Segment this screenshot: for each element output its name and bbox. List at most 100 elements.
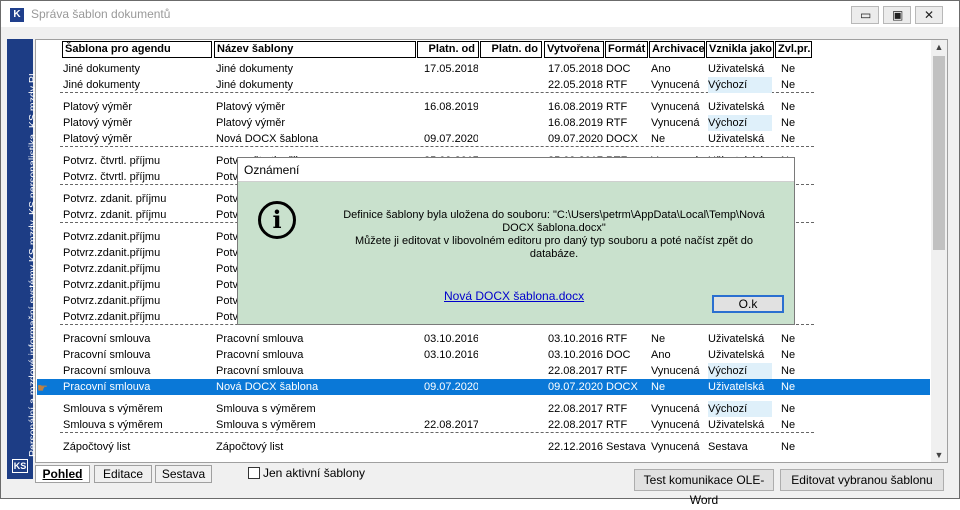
tab-editace[interactable]: Editace (94, 465, 152, 483)
table-row-selected[interactable]: Pracovní smlouva Nová DOCX šablona 09.07.2… (37, 379, 930, 395)
cell-name: Smlouva s výměrem (216, 403, 316, 415)
cell-format: RTF (606, 333, 628, 345)
file-link[interactable]: Nová DOCX šablona.docx (444, 289, 584, 303)
cell-agenda: Potvrz.zdanit.příjmu (63, 247, 161, 259)
cell-archive: Vynucená (651, 441, 700, 453)
cell-agenda: Potvrz.zdanit.příjmu (63, 263, 161, 275)
cell-archive: Ne (651, 333, 666, 345)
scroll-up-icon[interactable]: ▲ (931, 40, 947, 54)
product-sidebar: Personální a mzdové informační systémy K… (7, 39, 39, 479)
cell-valid-from: 09.07.2020 (424, 133, 478, 145)
column-header-valid-to[interactable]: Platn. do (480, 41, 542, 58)
column-header-format[interactable]: Formát (605, 41, 648, 58)
column-header-special[interactable]: Zvl.pr. (775, 41, 812, 58)
column-header-name[interactable]: Název šablony (214, 41, 416, 58)
tab-pohled[interactable]: Pohled (35, 465, 90, 483)
cell-archive: Ano (651, 349, 671, 361)
cell-special: Ne (781, 79, 796, 91)
column-header-created[interactable]: Vytvořena (544, 41, 604, 58)
cell-format: Sestava (606, 441, 646, 453)
scrollbar-thumb[interactable] (933, 56, 945, 250)
cell-agenda: Potvrz. čtvrtl. příjmu (63, 171, 161, 183)
cell-agenda: Pracovní smlouva (63, 381, 151, 393)
cell-special: Ne (781, 349, 796, 361)
ok-button[interactable]: O.k (712, 295, 784, 313)
cell-origin: Výchozí (708, 363, 772, 379)
minimize-button[interactable]: ▭ (851, 6, 879, 24)
cell-archive: Ano (651, 63, 671, 75)
cell-archive: Vynucená (651, 365, 700, 377)
column-header-agenda[interactable]: Šablona pro agendu (62, 41, 212, 58)
cell-agenda: Pracovní smlouva (63, 349, 151, 361)
cell-format: DOCX (606, 133, 638, 145)
scroll-down-icon[interactable]: ▼ (931, 448, 947, 462)
table-row[interactable]: Platový výměr Platový výměr 16.08.2019 16.0… (37, 99, 930, 115)
dialog-message: Definice šablony byla uložena do souboru… (343, 209, 765, 260)
table-row[interactable]: Zápočtový list Zápočtový list 22.12.2016 Se… (37, 439, 930, 455)
table-row[interactable]: Smlouva s výměrem Smlouva s výměrem 22.08.… (37, 417, 930, 433)
table-row[interactable]: Platový výměr Platový výměr 16.08.2019 RTF V… (37, 115, 930, 131)
cell-valid-from: 17.05.2018 (424, 63, 478, 75)
cell-format: RTF (606, 419, 628, 431)
table-row[interactable]: Jiné dokumenty Jiné dokumenty 22.05.2018 RT… (37, 77, 930, 93)
table-row[interactable]: Pracovní smlouva Pracovní smlouva 03.10.20… (37, 331, 930, 347)
cell-created: 16.08.2019 (548, 117, 604, 129)
column-header-archive[interactable]: Archivace (649, 41, 705, 58)
cell-special: Ne (781, 117, 796, 129)
table-row[interactable]: Smlouva s výměrem Smlouva s výměrem 22.08.… (37, 401, 930, 417)
cell-format: DOCX (606, 381, 638, 393)
maximize-button[interactable]: ▣ (883, 6, 911, 24)
column-header-origin[interactable]: Vznikla jako (706, 41, 774, 58)
close-button[interactable]: ✕ (915, 6, 943, 24)
cell-name: Nová DOCX šablona (216, 381, 319, 393)
cell-agenda: Platový výměr (63, 101, 133, 113)
cell-special: Ne (781, 403, 796, 415)
cell-created: 16.08.2019 (548, 101, 604, 113)
cell-origin: Výchozí (708, 115, 772, 131)
cell-agenda: Jiné dokumenty (63, 63, 141, 75)
cell-format: RTF (606, 117, 628, 129)
vertical-scrollbar[interactable]: ▲ ▼ (931, 40, 947, 462)
column-header-valid-from[interactable]: Platn. od (417, 41, 479, 58)
cell-agenda: Platový výměr (63, 133, 133, 145)
table-row[interactable]: Pracovní smlouva Pracovní smlouva 03.10.20… (37, 347, 930, 363)
cell-agenda: Potvrz.zdanit.příjmu (63, 231, 161, 243)
cell-created: 22.08.2017 (548, 403, 604, 415)
cell-name: Platový výměr (216, 101, 286, 113)
cell-special: Ne (781, 63, 796, 75)
cell-created: 17.05.2018 (548, 63, 604, 75)
cell-agenda: Pracovní smlouva (63, 365, 151, 377)
dialog-title-bar[interactable]: Oznámení (238, 158, 794, 182)
cell-valid-from: 03.10.2016 (424, 333, 478, 345)
table-row[interactable]: Platový výměr Nová DOCX šablona 09.07.2020… (37, 131, 930, 147)
maximize-icon: ▣ (892, 8, 904, 22)
cell-archive: Vynucená (651, 79, 700, 91)
cell-valid-from: 03.10.2016 (424, 349, 478, 361)
cell-origin: Uživatelská (708, 101, 765, 113)
cell-created: 22.08.2017 (548, 365, 604, 377)
cell-special: Ne (781, 365, 796, 377)
cell-agenda: Potvrz.zdanit.příjmu (63, 311, 161, 323)
cell-agenda: Potvrz.zdanit.příjmu (63, 279, 161, 291)
cell-agenda: Potvrz.zdanit.příjmu (63, 295, 161, 307)
cell-name: Pracovní smlouva (216, 349, 304, 361)
cell-archive: Ne (651, 381, 666, 393)
tab-sestava[interactable]: Sestava (155, 465, 212, 483)
active-templates-label[interactable]: Jen aktivní šablony (263, 466, 365, 480)
cell-format: RTF (606, 79, 628, 91)
table-row[interactable]: Pracovní smlouva Pracovní smlouva 22.08.20… (37, 363, 930, 379)
cell-name: Pracovní smlouva (216, 365, 304, 377)
edit-template-button[interactable]: Editovat vybranou šablonu (780, 469, 944, 491)
cell-name: Zápočtový list (216, 441, 284, 453)
test-ole-word-button[interactable]: Test komunikace OLE-Word (634, 469, 774, 507)
notification-dialog: Oznámení i Definice šablony byla uložena… (237, 157, 795, 325)
title-bar[interactable]: K Správa šablon dokumentů ▭ ▣ ✕ (1, 1, 959, 27)
active-templates-checkbox[interactable] (248, 467, 260, 479)
table-row[interactable]: Jiné dokumenty Jiné dokumenty 17.05.2018 17… (37, 61, 930, 77)
cell-special: Ne (781, 133, 796, 145)
cell-archive: Vynucená (651, 101, 700, 113)
cell-created: 03.10.2016 (548, 349, 604, 361)
cell-origin: Sestava (708, 441, 748, 453)
cell-special: Ne (781, 101, 796, 113)
info-icon: i (258, 201, 296, 239)
